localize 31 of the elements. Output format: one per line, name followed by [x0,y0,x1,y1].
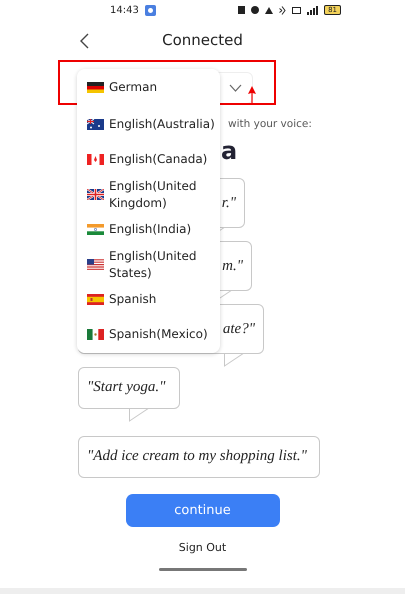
flag-icon [87,189,104,200]
language-option[interactable]: German [77,69,220,105]
instruction-text: with your voice: [228,118,313,130]
sign-out-link[interactable]: Sign Out [178,541,226,554]
flag-icon [87,154,104,165]
language-option[interactable]: Spanish(Mexico) [77,317,220,352]
arrow-icon [248,86,256,104]
example-phrase: "Add ice cream to my shopping list." [87,448,307,464]
status-time: 14:43 [110,4,139,16]
flag-icon [87,329,104,340]
flag-icon [87,119,104,130]
continue-button[interactable]: continue [126,494,280,527]
app-notification-icon [144,4,156,16]
language-option[interactable]: English(United States) [77,247,220,282]
example-phrase: m." [222,258,243,274]
heading: a [221,136,238,166]
flag-icon [87,259,104,270]
language-option[interactable]: English(United Kingdom) [77,177,220,212]
language-option[interactable]: Spanish [77,282,220,317]
flag-icon [87,294,104,305]
example-phrase: ate?" [222,320,255,338]
language-option[interactable]: English(India) [77,212,220,247]
flag-icon [87,224,104,235]
language-option[interactable]: English(Australia) [77,107,220,142]
example-phrase: "Start yoga." [87,379,166,395]
signal-icon [307,6,318,14]
flag-icon [87,82,104,92]
back-icon[interactable] [80,33,89,49]
language-option[interactable]: English(Canada) [77,142,220,177]
example-phrase: r." [222,194,236,212]
page-title: Connected [162,31,243,49]
